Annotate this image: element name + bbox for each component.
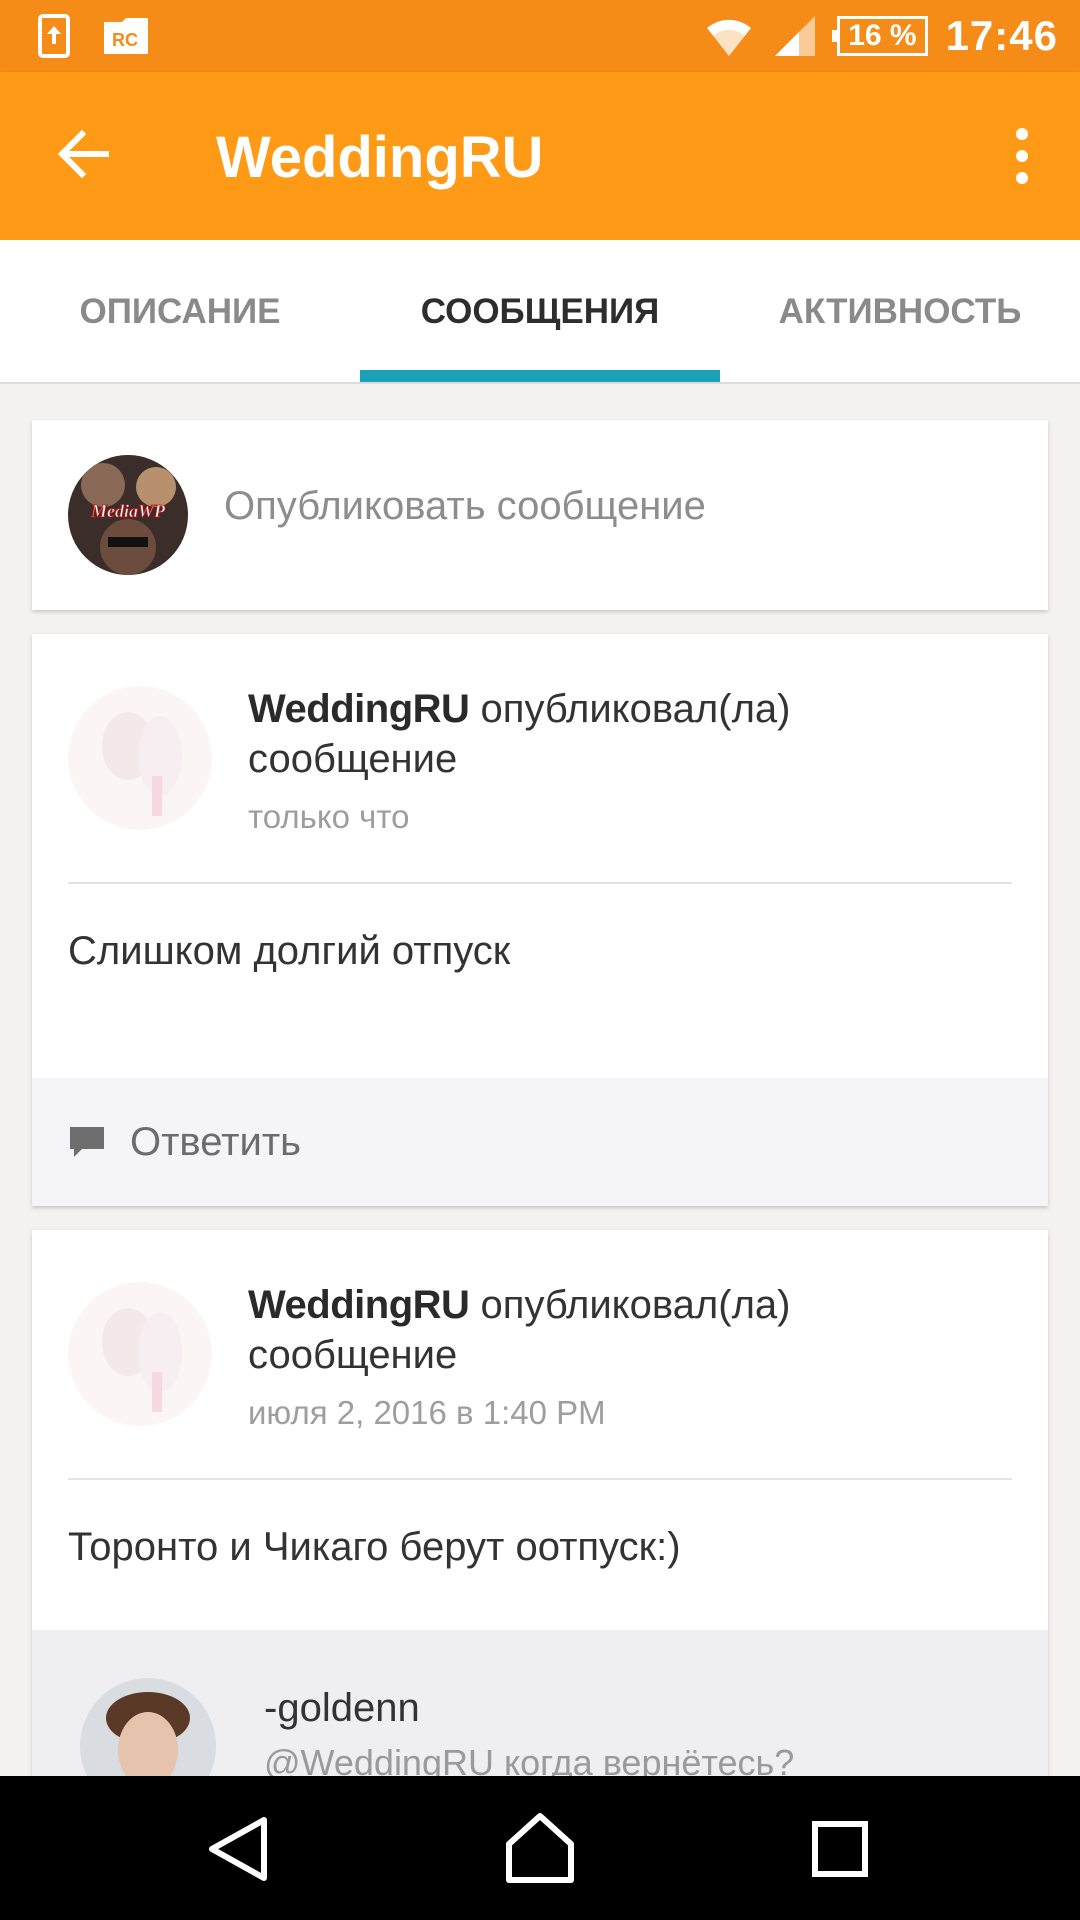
app-bar: WeddingRU — [0, 72, 1080, 240]
active-tab-indicator — [360, 370, 720, 382]
post-author[interactable]: WeddingRU — [248, 687, 470, 731]
clock: 17:46 — [945, 12, 1058, 59]
post-card: WeddingRU опубликовал(ла) сообщение толь… — [32, 634, 1048, 1206]
post-action: опубликовал(ла) — [480, 1283, 791, 1327]
post-card: WeddingRU опубликовал(ла) сообщение июля… — [32, 1230, 1048, 1830]
avatar — [68, 1282, 212, 1426]
tab-activity[interactable]: АКТИВНОСТЬ — [720, 240, 1080, 384]
more-vertical-icon[interactable] — [992, 120, 1052, 192]
tab-description[interactable]: ОПИСАНИЕ — [0, 240, 360, 384]
post-action: опубликовал(ла) — [480, 687, 791, 731]
svg-text:RC: RC — [112, 30, 138, 50]
avatar — [68, 686, 212, 830]
post-header: WeddingRU опубликовал(ла) сообщение толь… — [68, 634, 1012, 884]
post-body: Слишком долгий отпуск — [68, 929, 511, 973]
home-icon[interactable] — [495, 1804, 585, 1894]
post-action-cont: сообщение — [248, 1333, 458, 1377]
arrow-left-icon[interactable] — [52, 122, 116, 186]
comment-icon — [70, 1127, 104, 1157]
upload-icon — [38, 14, 70, 58]
composer-card: MediaWP Опубликовать сообщение — [32, 420, 1048, 610]
avatar: MediaWP — [68, 455, 188, 575]
post-header: WeddingRU опубликовал(ла) сообщение июля… — [68, 1230, 1012, 1480]
status-bar: RC 16 % 17:46 — [0, 0, 1080, 72]
signal-icon — [775, 16, 816, 56]
system-nav-bar — [0, 1776, 1080, 1920]
comment-author[interactable]: -goldenn — [264, 1686, 420, 1731]
tab-messages[interactable]: СООБЩЕНИЯ — [360, 240, 720, 384]
post-message-input[interactable]: Опубликовать сообщение — [224, 484, 706, 529]
battery-indicator: 16 % — [832, 16, 928, 56]
avatar-logo-text: MediaWP — [90, 501, 166, 521]
post-author[interactable]: WeddingRU — [248, 1283, 470, 1327]
wifi-icon — [707, 19, 752, 56]
post-timestamp: июля 2, 2016 в 1:40 PM — [248, 1394, 606, 1431]
reply-label: Ответить — [130, 1119, 301, 1164]
tab-bar: ОПИСАНИЕ СООБЩЕНИЯ АКТИВНОСТЬ — [0, 240, 1080, 384]
reply-button[interactable]: Ответить — [32, 1078, 1048, 1206]
recents-icon[interactable] — [795, 1804, 885, 1894]
rc-icon: RC — [104, 18, 148, 54]
post-action-cont: сообщение — [248, 737, 458, 781]
post-timestamp: только что — [248, 798, 410, 835]
back-triangle-icon[interactable] — [196, 1804, 286, 1894]
post-body: Торонто и Чикаго берут оотпуск:) — [68, 1525, 681, 1569]
app-title: WeddingRU — [216, 125, 544, 190]
